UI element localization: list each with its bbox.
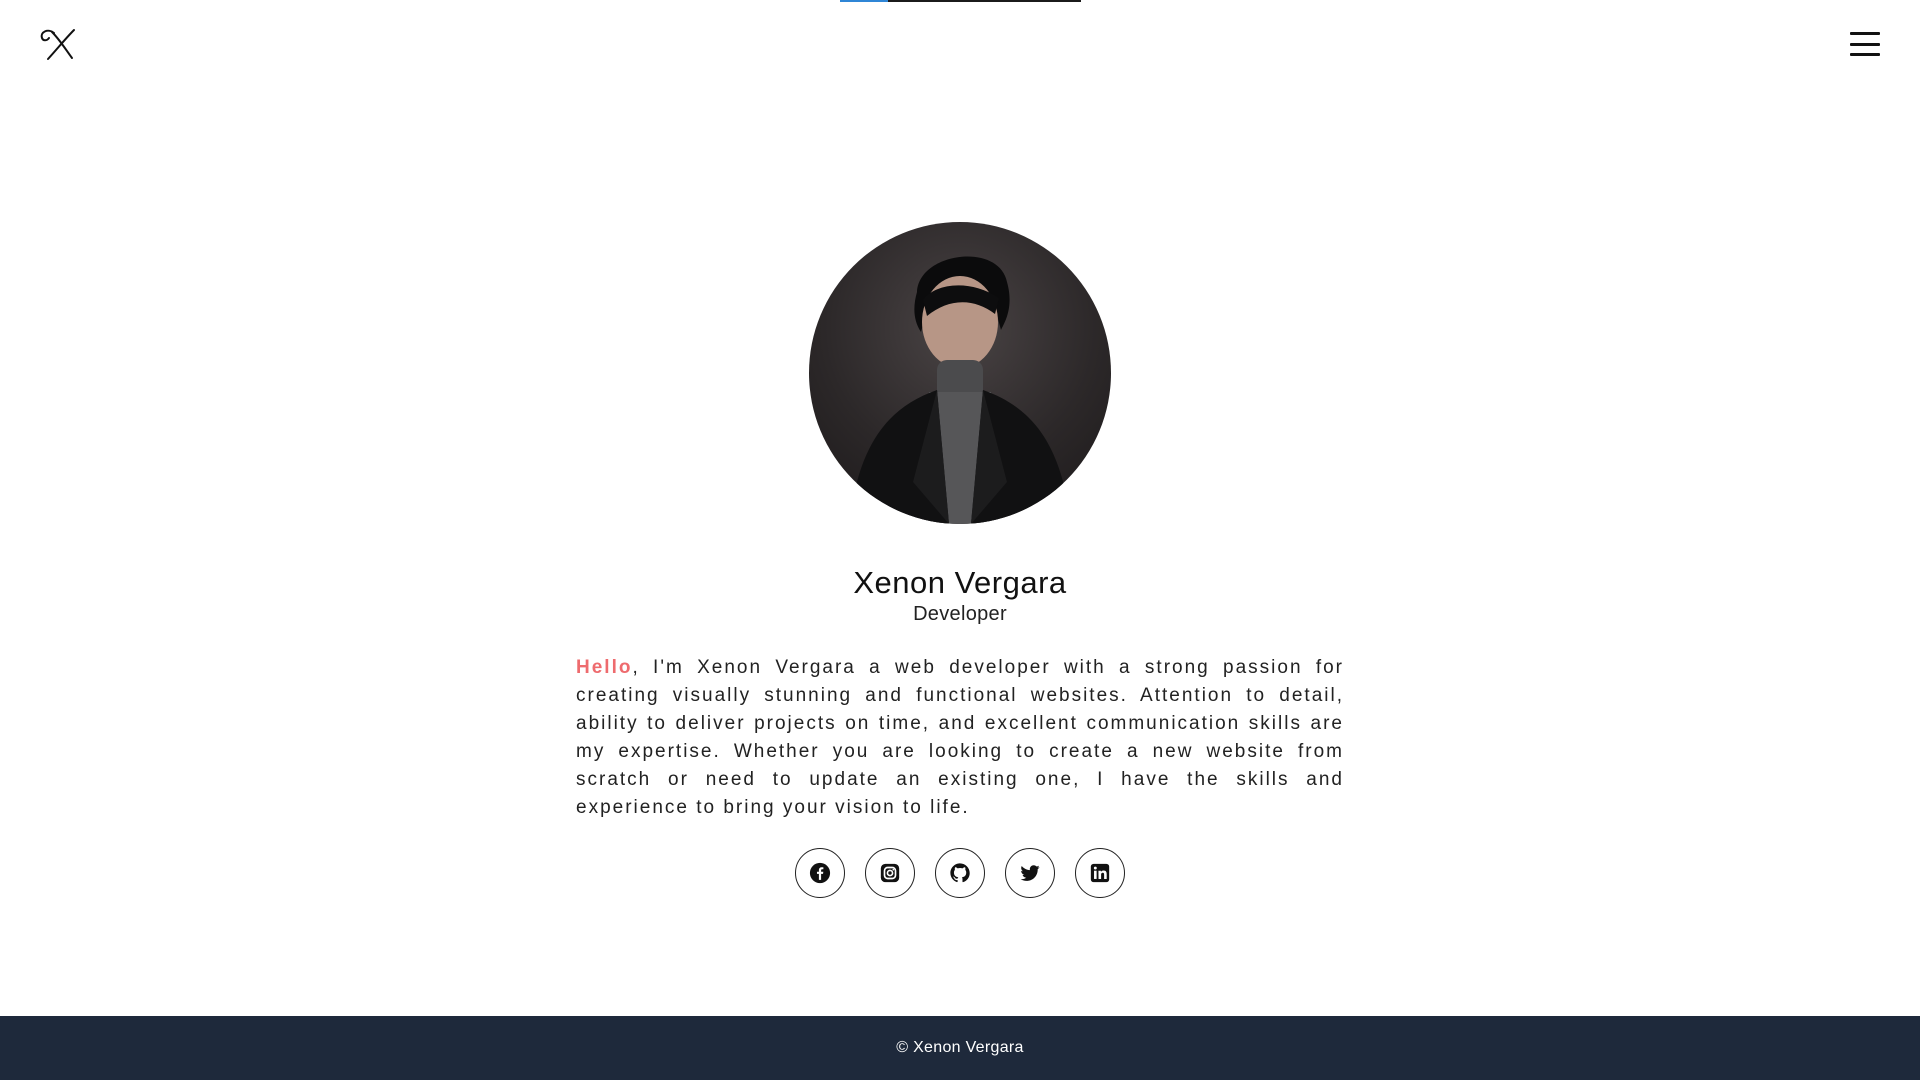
scroll-progress-fill bbox=[840, 0, 889, 2]
linkedin-icon bbox=[1090, 864, 1110, 883]
footer: © Xenon Vergara bbox=[0, 1016, 1920, 1080]
instagram-icon bbox=[880, 864, 900, 883]
twitter-link[interactable] bbox=[1005, 848, 1055, 899]
instagram-link[interactable] bbox=[865, 848, 915, 899]
twitter-icon bbox=[1020, 865, 1040, 882]
page: Xenon Vergara Developer Hello, I'm Xenon… bbox=[0, 0, 1920, 1080]
facebook-icon bbox=[809, 863, 831, 884]
github-link[interactable] bbox=[935, 848, 985, 899]
bio-text: , I'm Xenon Vergara a web developer with… bbox=[576, 657, 1344, 819]
x-monogram-icon[interactable] bbox=[38, 26, 80, 62]
facebook-link[interactable] bbox=[795, 848, 845, 899]
social-links bbox=[795, 848, 1125, 899]
profile-bio: Hello, I'm Xenon Vergara a web developer… bbox=[576, 654, 1344, 822]
footer-copyright: © Xenon Vergara bbox=[896, 1039, 1024, 1056]
profile-section: Xenon Vergara Developer Hello, I'm Xenon… bbox=[0, 222, 1920, 899]
github-icon bbox=[950, 863, 970, 883]
profile-role: Developer bbox=[913, 603, 1007, 626]
profile-photo bbox=[809, 222, 1111, 524]
linkedin-link[interactable] bbox=[1075, 848, 1125, 899]
hamburger-menu-icon[interactable] bbox=[1850, 30, 1880, 58]
scroll-progress-bar bbox=[840, 0, 1081, 2]
profile-name: Xenon Vergara bbox=[853, 565, 1067, 600]
bio-greeting: Hello bbox=[576, 657, 633, 679]
